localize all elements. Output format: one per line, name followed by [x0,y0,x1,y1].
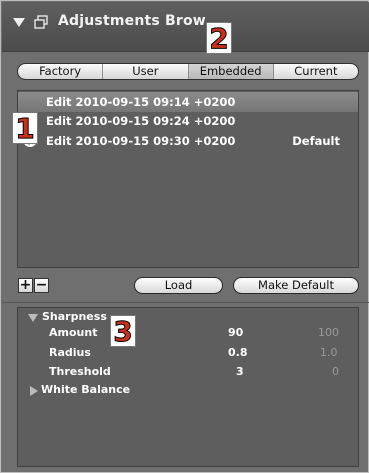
make-default-button[interactable]: Make Default [233,277,359,294]
param-value[interactable]: 0.8 [228,346,248,359]
preset-label: Edit 2010-09-15 09:14 +0200 [46,95,236,109]
add-preset-button[interactable]: + [18,278,33,293]
tab-user[interactable]: User [103,64,189,79]
param-default: 100 [318,326,339,339]
disclosure-down-icon[interactable] [28,314,38,322]
list-item[interactable]: Edit 2010-09-15 09:24 +0200 [18,111,358,131]
window-icon [34,15,48,29]
param-label: Threshold [49,365,111,378]
list-item[interactable]: Edit 2010-09-15 09:14 +0200 [18,92,358,112]
tab-factory[interactable]: Factory [18,64,104,79]
tab-embedded[interactable]: Embedded [188,64,274,79]
callout-marker-1: 1 [12,112,38,145]
list-item[interactable]: Edit 2010-09-15 09:30 +0200 Default [18,131,358,151]
panel-title: Adjustments Brow [58,13,206,29]
group-title-white-balance[interactable]: White Balance [41,383,130,396]
collapse-triangle-icon[interactable] [13,18,25,27]
source-tabs: Factory User Embedded Current [17,63,359,80]
preset-label: Edit 2010-09-15 09:24 +0200 [46,114,236,128]
adjustments-browser-panel: Adjustments Brow Factory User Embedded C… [0,0,369,473]
default-tag: Default [292,134,340,148]
param-label: Radius [49,346,91,359]
tab-current[interactable]: Current [274,64,358,79]
preset-list[interactable]: Edit 2010-09-15 09:14 +0200 Edit 2010-09… [17,90,359,268]
divider [2,302,369,303]
disclosure-right-icon[interactable] [30,386,38,396]
adjustments-panel: Sharpness Amount 90 100 Radius 0.8 1.0 T… [17,307,359,467]
param-default: 0 [332,365,339,378]
preset-label: Edit 2010-09-15 09:30 +0200 [46,134,236,148]
callout-marker-3: 3 [110,315,136,348]
load-button[interactable]: Load [134,277,223,294]
group-title-sharpness[interactable]: Sharpness [42,310,107,323]
remove-preset-button[interactable]: − [34,278,49,293]
param-default: 1.0 [320,346,338,359]
param-value[interactable]: 90 [228,326,243,339]
callout-marker-2: 2 [206,22,232,55]
param-value[interactable]: 3 [236,365,244,378]
panel-titlebar: Adjustments Brow [2,2,369,52]
param-label: Amount [49,326,98,339]
